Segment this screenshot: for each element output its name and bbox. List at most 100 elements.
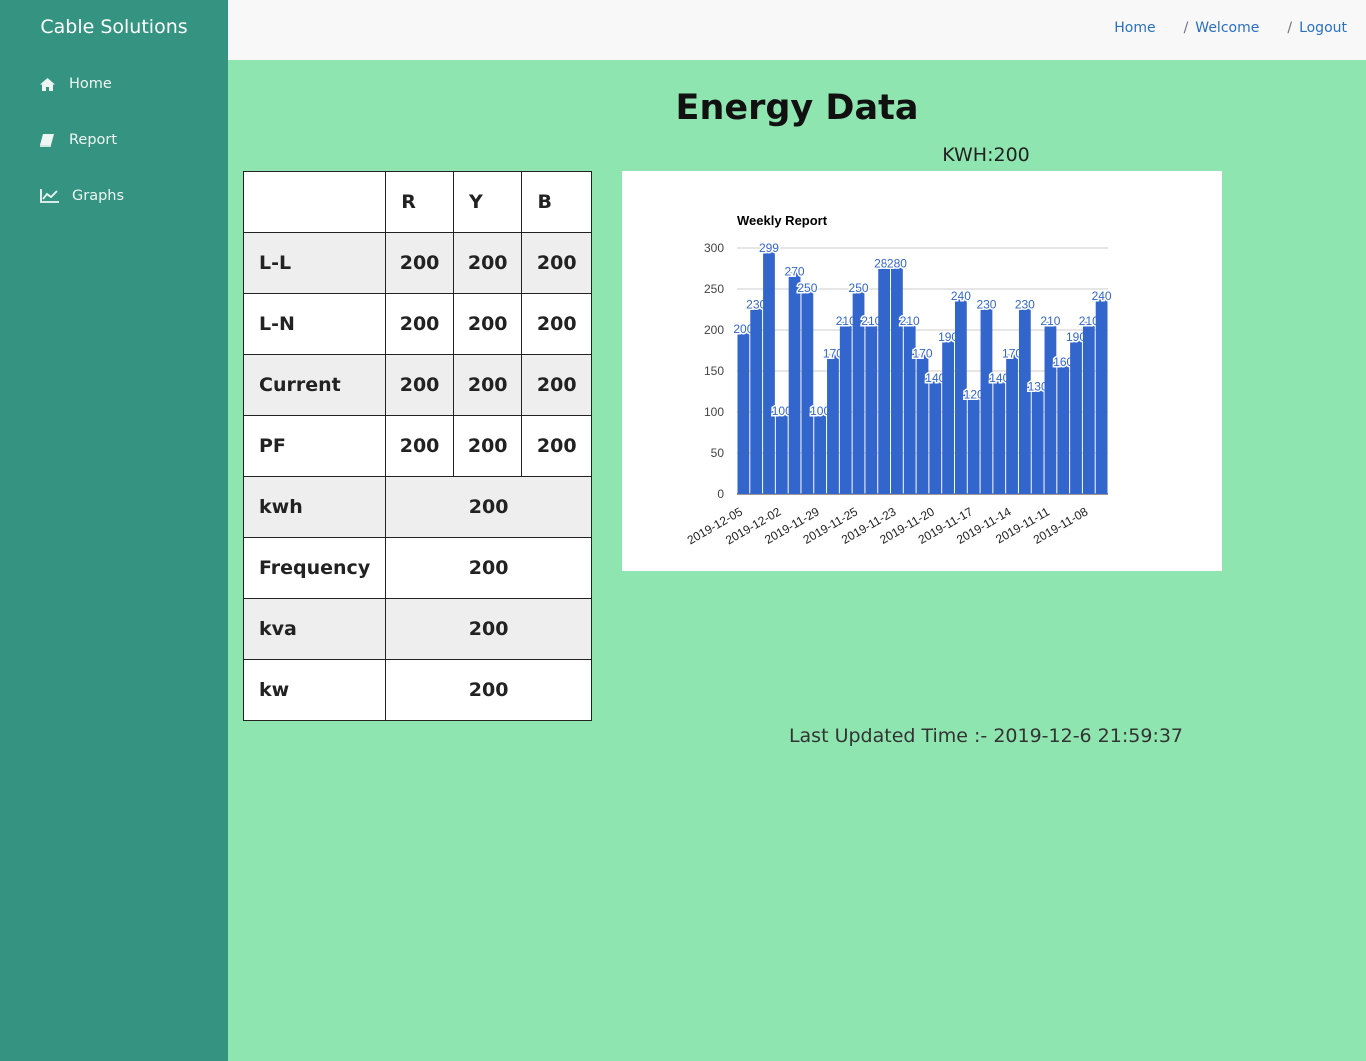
breadcrumb-separator: / — [1287, 20, 1293, 36]
row-label: kw — [242, 659, 387, 721]
breadcrumb-home-link[interactable]: Home — [1114, 20, 1155, 36]
data-label: 230 — [1015, 297, 1035, 311]
header-cell-b: B — [521, 171, 592, 233]
chart-bar — [929, 379, 942, 494]
chart-bar — [980, 305, 993, 494]
chart-bar — [1044, 321, 1057, 494]
cell-value: 200 — [385, 659, 592, 721]
chart-bar — [1018, 305, 1031, 494]
chart-bar — [942, 338, 954, 494]
chart-bar — [878, 264, 891, 494]
breadcrumb: Home / Welcome / Logout — [1114, 20, 1347, 36]
data-label: 240 — [1092, 289, 1112, 303]
chart-bar — [827, 354, 839, 494]
row-label: L-N — [242, 293, 387, 355]
row-label: PF — [242, 415, 387, 477]
data-label: 250 — [849, 281, 869, 295]
y-tick-label: 200 — [704, 323, 724, 337]
sidebar-item-label: Graphs — [72, 188, 125, 204]
chart-bar — [750, 305, 763, 494]
table-row: Frequency 200 — [242, 537, 592, 599]
chart-bar — [865, 321, 878, 494]
cell-value: 200 — [521, 354, 592, 416]
cell-value: 200 — [521, 232, 592, 294]
weekly-report-chart: Weekly Report 0 50 100 150 200 250 300 200 230 299… — [622, 171, 1222, 571]
data-label: 270 — [785, 265, 805, 279]
sidebar-item-home[interactable]: Home — [0, 56, 228, 112]
chart-bar — [891, 264, 903, 494]
cell-value: 200 — [385, 537, 592, 599]
table-row: kw 200 — [242, 659, 592, 721]
sidebar-item-label: Home — [69, 76, 112, 92]
cell-value: 200 — [385, 354, 454, 416]
y-tick-label: 150 — [704, 364, 724, 378]
data-label: 230 — [976, 297, 996, 311]
header-cell-y: Y — [452, 171, 523, 233]
cell-value: 200 — [452, 354, 523, 416]
cell-value: 200 — [385, 293, 454, 355]
y-tick-label: 0 — [717, 487, 724, 501]
row-label: Frequency — [242, 537, 387, 599]
logout-link[interactable]: Logout — [1299, 20, 1347, 36]
data-label: 280 — [887, 256, 907, 270]
cell-value: 200 — [385, 476, 592, 538]
sidebar-item-report[interactable]: Report — [0, 112, 228, 168]
cell-value: 200 — [521, 415, 592, 477]
chart-bar — [1006, 354, 1018, 494]
chart-bar — [737, 330, 750, 494]
chart-bar — [763, 248, 775, 494]
chart-canvas: Weekly Report050100150200250300200230299… — [685, 213, 1114, 547]
table-row: L-N 200 200 200 — [242, 293, 592, 355]
row-label: kva — [242, 598, 387, 660]
y-tick-label: 300 — [704, 241, 724, 255]
kwh-label: KWH:200 — [942, 144, 1030, 166]
chart-bar — [1095, 297, 1108, 494]
sidebar: Cable Solutions Home Report Graphs — [0, 0, 228, 1061]
cell-value: 200 — [385, 232, 454, 294]
chart-bar — [1031, 387, 1044, 494]
row-label: kwh — [242, 476, 387, 538]
cell-value: 200 — [452, 232, 523, 294]
table-row: kwh 200 — [242, 476, 592, 538]
y-tick-label: 100 — [704, 405, 724, 419]
data-label: 210 — [1040, 314, 1060, 328]
page-title: Energy Data — [675, 88, 919, 128]
top-navbar: Home / Welcome / Logout — [228, 0, 1366, 60]
row-label: L-L — [242, 232, 387, 294]
data-label: 299 — [759, 241, 779, 255]
table-row: kva 200 — [242, 598, 592, 660]
chart-bar — [788, 272, 801, 494]
table-row: Current 200 200 200 — [242, 354, 592, 416]
chart-bar — [775, 412, 788, 494]
cell-value: 200 — [385, 415, 454, 477]
chart-bar — [1070, 338, 1082, 494]
y-tick-label: 250 — [704, 282, 724, 296]
breadcrumb-welcome-link[interactable]: Welcome — [1195, 20, 1259, 36]
chart-bar — [839, 321, 852, 494]
data-label: 210 — [900, 314, 920, 328]
header-cell-r: R — [385, 171, 454, 233]
breadcrumb-separator: / — [1183, 20, 1189, 36]
chart-bar — [814, 412, 827, 494]
line-chart-icon — [40, 188, 61, 204]
chart-bar — [801, 289, 814, 494]
home-icon — [40, 76, 58, 92]
y-tick-label: 50 — [711, 446, 725, 460]
header-cell-empty — [242, 171, 387, 233]
chart-bar — [1082, 321, 1095, 494]
cell-value: 200 — [452, 293, 523, 355]
table-row: L-L 200 200 200 — [242, 232, 592, 294]
chart-bar — [1057, 362, 1070, 494]
chart-title: Weekly Report — [737, 213, 828, 228]
book-icon — [40, 132, 58, 148]
cell-value: 200 — [452, 415, 523, 477]
brand-title[interactable]: Cable Solutions — [0, 0, 228, 56]
sidebar-item-graphs[interactable]: Graphs — [0, 168, 228, 224]
row-label: Current — [242, 354, 387, 416]
cell-value: 200 — [385, 598, 592, 660]
data-label: 250 — [797, 281, 817, 295]
cell-value: 200 — [521, 293, 592, 355]
last-updated-text: Last Updated Time :- 2019-12-6 21:59:37 — [788, 725, 1184, 747]
sidebar-item-label: Report — [69, 132, 118, 148]
table-header-row: R Y B — [242, 171, 592, 233]
